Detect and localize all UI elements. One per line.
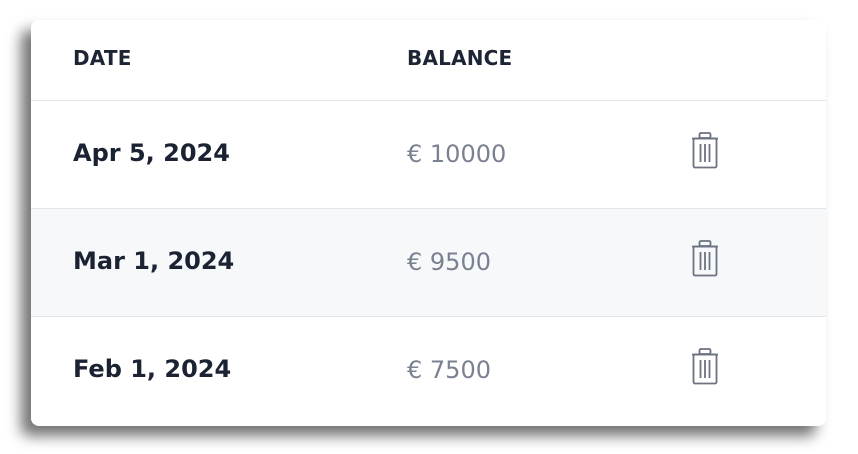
trash-icon: [692, 240, 718, 277]
table-row: Feb 1, 2024 € 7500: [31, 317, 826, 424]
column-header-date: DATE: [73, 46, 132, 70]
table-row: Mar 1, 2024 € 9500: [31, 209, 826, 317]
row-date: Feb 1, 2024: [73, 355, 232, 383]
delete-button[interactable]: [686, 129, 724, 173]
row-date: Mar 1, 2024: [73, 247, 235, 275]
delete-button[interactable]: [686, 345, 724, 389]
trash-icon: [692, 132, 718, 169]
balance-history-table: DATE BALANCE Apr 5, 2024 € 10000 Mar 1, …: [31, 20, 826, 426]
trash-icon: [692, 348, 718, 385]
row-date: Apr 5, 2024: [73, 139, 230, 167]
row-balance: € 7500: [407, 356, 491, 384]
row-balance: € 9500: [407, 248, 491, 276]
table-row: Apr 5, 2024 € 10000: [31, 101, 826, 209]
row-balance: € 10000: [407, 140, 507, 168]
table-header: DATE BALANCE: [31, 20, 826, 101]
column-header-balance: BALANCE: [407, 46, 513, 70]
delete-button[interactable]: [686, 237, 724, 281]
